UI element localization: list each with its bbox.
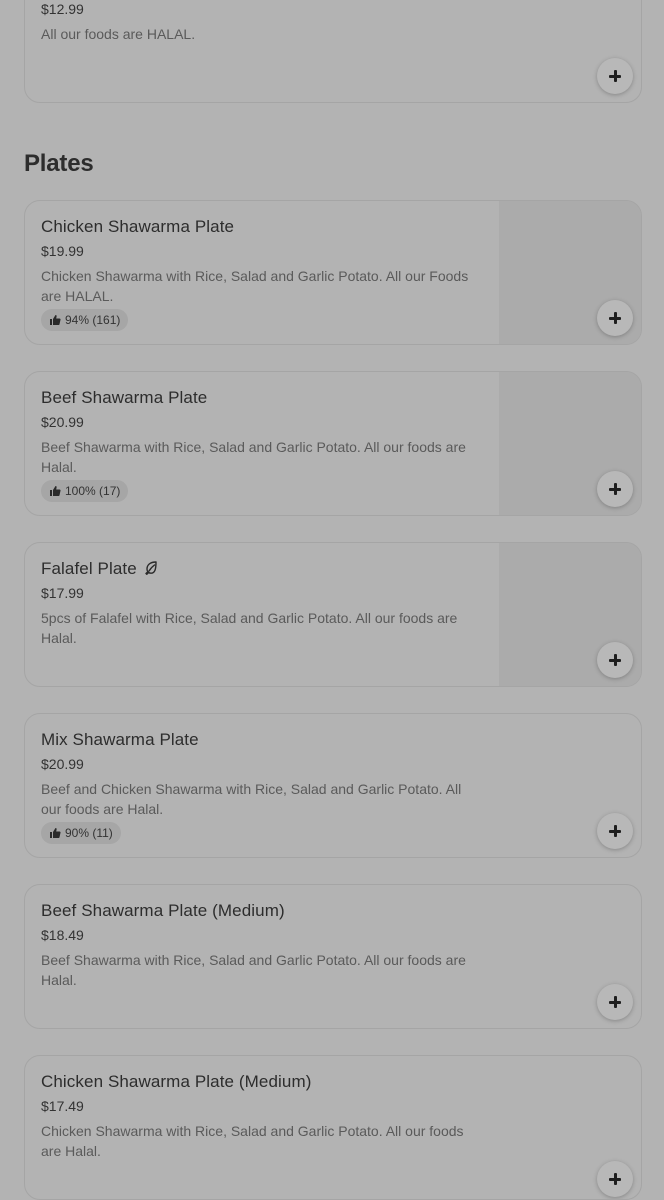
plus-icon (609, 654, 621, 666)
item-description: Beef and Chicken Shawarma with Rice, Sal… (41, 781, 462, 817)
item-description: Chicken Shawarma with Rice, Salad and Ga… (41, 1123, 464, 1159)
item-price: $19.99 (41, 243, 84, 259)
add-to-cart-button[interactable] (597, 813, 633, 849)
item-title: Falafel Plate (41, 559, 137, 578)
menu-item-card[interactable]: Beef Shawarma Plate (Medium) $18.49 Beef… (24, 884, 642, 1029)
item-price: $18.49 (41, 927, 84, 943)
item-title: Chicken Shawarma Plate (Medium) (41, 1072, 312, 1091)
add-to-cart-button[interactable] (597, 1161, 633, 1197)
item-title: Mix Shawarma Plate (41, 730, 199, 749)
item-price: $20.99 (41, 756, 84, 772)
menu-item-card[interactable]: Chicken Shawarma Plate (Medium) $17.49 C… (24, 1055, 642, 1200)
item-description: 5pcs of Falafel with Rice, Salad and Gar… (41, 610, 458, 646)
item-title-row: Falafel Plate (41, 559, 158, 579)
plus-icon (609, 70, 621, 82)
rating-badge: 100% (17) (41, 480, 129, 502)
add-to-cart-button[interactable] (597, 642, 633, 678)
plus-icon (609, 996, 621, 1008)
rating-badge: 94% (161) (41, 309, 129, 331)
item-title: Beef Shawarma Plate (41, 388, 208, 407)
item-title: Beef Shawarma Plate (Medium) (41, 901, 285, 920)
section-title: Plates (24, 150, 94, 177)
menu-item-card[interactable]: $12.99 All our foods are HALAL. (24, 0, 642, 103)
rating-text: 94% (161) (65, 313, 121, 327)
menu-item-card[interactable]: Beef Shawarma Plate $20.99 Beef Shawarma… (24, 371, 642, 516)
plus-icon (609, 1173, 621, 1185)
thumbs-up-icon (50, 828, 61, 838)
item-title: Chicken Shawarma Plate (41, 217, 235, 236)
add-to-cart-button[interactable] (597, 300, 633, 336)
item-description: All our foods are HALAL. (41, 26, 196, 42)
add-to-cart-button[interactable] (597, 58, 633, 94)
rating-badge: 90% (11) (41, 822, 121, 844)
item-description: Beef Shawarma with Rice, Salad and Garli… (41, 439, 466, 475)
plus-icon (609, 483, 621, 495)
item-description: Beef Shawarma with Rice, Salad and Garli… (41, 952, 466, 988)
add-to-cart-button[interactable] (597, 471, 633, 507)
menu-item-card[interactable]: Falafel Plate $17.99 5pcs of Falafel wit… (24, 542, 642, 687)
item-price: $20.99 (41, 414, 84, 430)
item-price: $12.99 (41, 1, 84, 17)
rating-text: 100% (17) (65, 484, 121, 498)
leaf-icon (144, 561, 157, 575)
plus-icon (609, 312, 621, 324)
item-description: Chicken Shawarma with Rice, Salad and Ga… (41, 268, 469, 304)
menu-item-card[interactable]: Mix Shawarma Plate $20.99 Beef and Chick… (24, 713, 642, 858)
item-price: $17.99 (41, 585, 84, 601)
add-to-cart-button[interactable] (597, 984, 633, 1020)
rating-text: 90% (11) (65, 826, 113, 840)
item-price: $17.49 (41, 1098, 84, 1114)
plus-icon (609, 825, 621, 837)
menu-item-card[interactable]: Chicken Shawarma Plate $19.99 Chicken Sh… (24, 200, 642, 345)
thumbs-up-icon (50, 315, 61, 325)
thumbs-up-icon (50, 486, 61, 496)
